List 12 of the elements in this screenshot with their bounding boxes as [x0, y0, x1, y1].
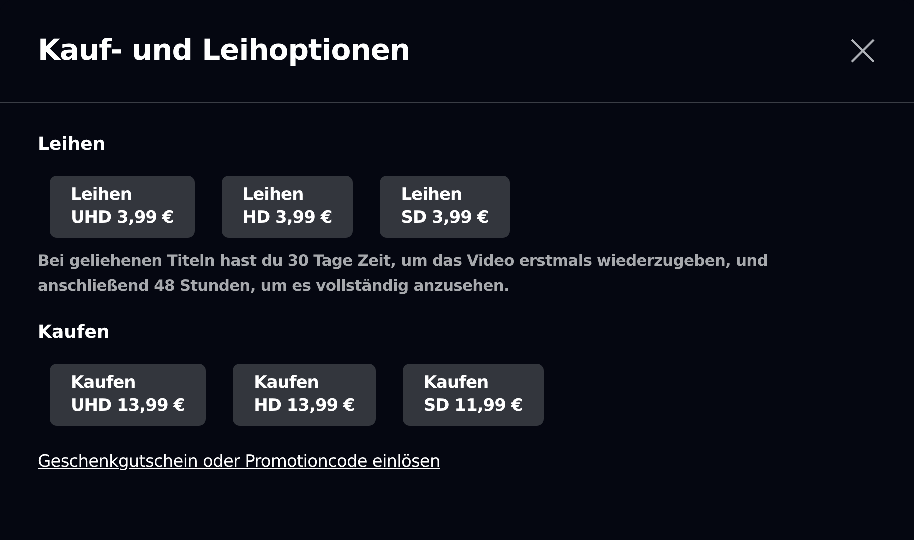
option-button[interactable]: Leihen SD 3,99 €: [380, 176, 510, 238]
option-button[interactable]: Leihen HD 3,99 €: [222, 176, 354, 238]
option-button[interactable]: Kaufen UHD 13,99 €: [50, 364, 206, 426]
close-icon[interactable]: [850, 38, 876, 64]
dialog-title: Kauf- und Leihoptionen: [38, 32, 410, 70]
redeem-code-link[interactable]: Geschenkgutschein oder Promotioncode einlösen: [38, 450, 440, 476]
section-heading: Leihen: [38, 133, 107, 157]
section-heading: Kaufen: [38, 321, 111, 345]
option-button[interactable]: Kaufen SD 11,99 €: [402, 364, 544, 426]
option-button[interactable]: Leihen UHD 3,99 €: [50, 176, 195, 238]
option-button[interactable]: Kaufen HD 13,99 €: [233, 364, 376, 426]
rental-note: Bei geliehenen Titeln hast du 30 Tage Zeit, um das Video erstmals wiederzugeben, und anschließend 48 Stunden, um es vollständig anzusehen.: [38, 251, 770, 297]
